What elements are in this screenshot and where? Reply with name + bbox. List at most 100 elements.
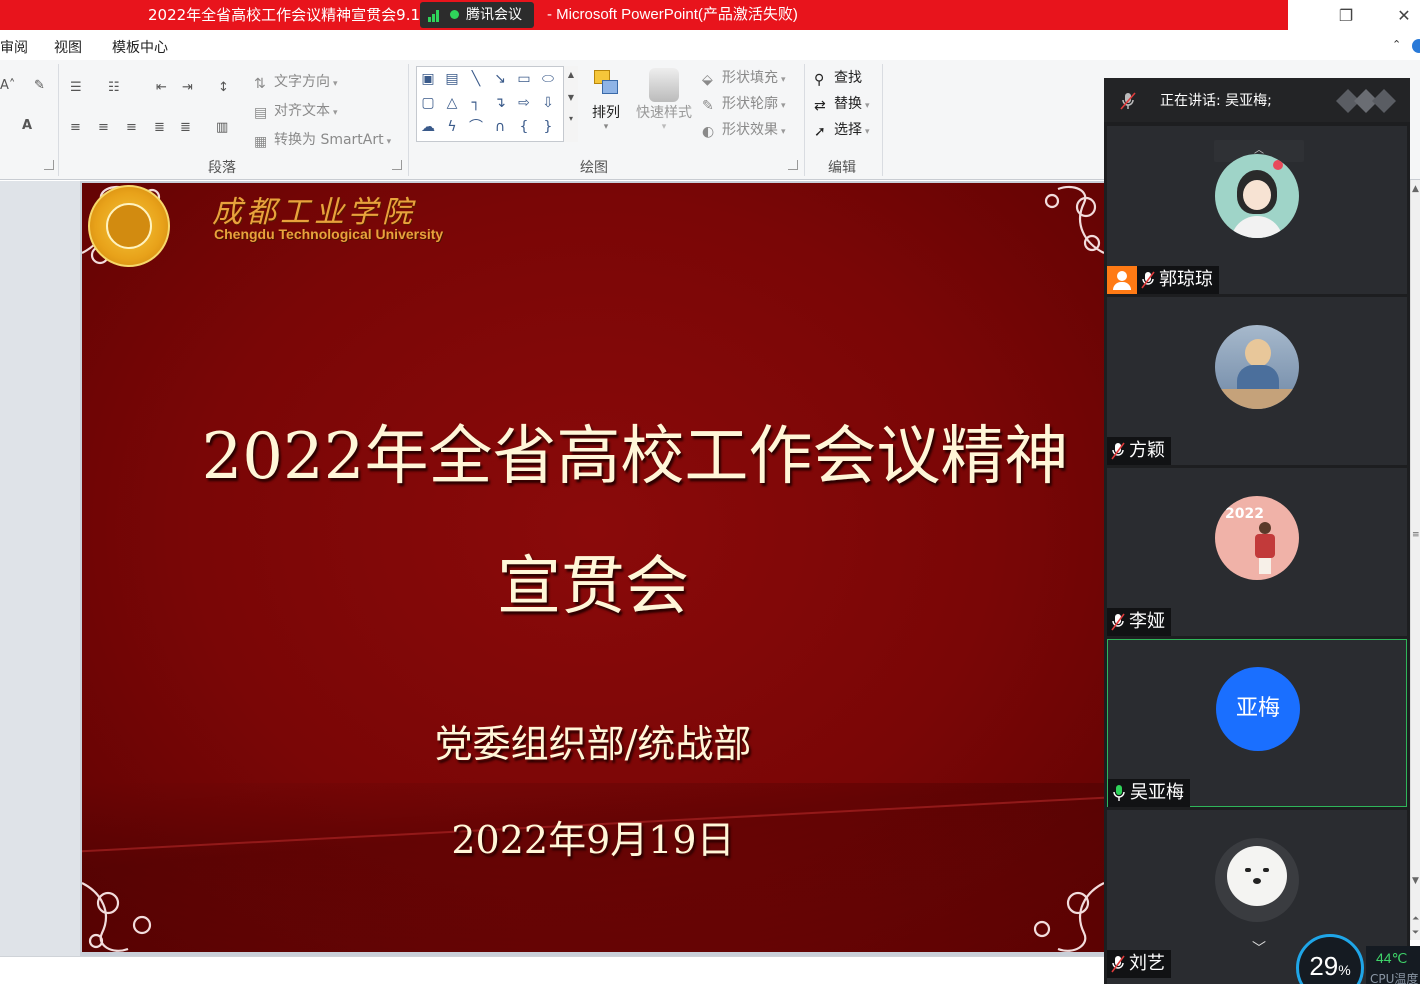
text-direction-button[interactable]: ⇅ 文字方向 ▾ <box>254 71 338 92</box>
next-slide-icon[interactable]: ⏷ <box>1412 928 1419 938</box>
tab-review[interactable]: 审阅 <box>0 37 28 57</box>
line-shape-icon[interactable]: ╲ <box>467 71 485 87</box>
arrange-button[interactable]: 排列 ▾ <box>584 68 628 132</box>
curve-shape-icon[interactable]: ∩ <box>491 119 509 135</box>
align-left-icon[interactable]: ≡ <box>70 120 81 135</box>
quick-styles-button[interactable]: 快速样式 ▾ <box>632 68 696 132</box>
lightning-shape-icon[interactable]: ϟ <box>443 119 461 135</box>
slide-thumbnail-pane[interactable] <box>0 181 80 956</box>
scroll-up-icon[interactable]: ▲ <box>1412 184 1419 194</box>
justify-icon[interactable]: ≣ <box>154 120 165 135</box>
participant-tile[interactable]: ︿ 郭琼琼 <box>1107 126 1407 294</box>
scroll-thumb[interactable]: ≡ <box>1412 530 1420 540</box>
collapse-ribbon-icon[interactable]: ⌃ <box>1392 38 1401 51</box>
cpu-temperature: 44℃ <box>1376 950 1408 966</box>
title-bar: 2022年全省高校工作会议精神宣贯会9.19 - Microsoft Power… <box>0 0 1420 34</box>
align-right-icon[interactable]: ≡ <box>126 120 137 135</box>
meeting-indicator[interactable]: 腾讯会议 <box>420 2 534 28</box>
cloud-shape-icon[interactable]: ☁ <box>419 119 437 135</box>
mic-muted-icon[interactable] <box>1120 92 1136 110</box>
group-separator <box>882 64 883 176</box>
participant-tile-active[interactable]: 亚梅 吴亚梅 <box>1107 639 1407 807</box>
left-brace-shape-icon[interactable]: { <box>515 119 533 135</box>
shape-outline-button[interactable]: ✎ 形状轮廓 ▾ <box>702 93 786 114</box>
elbow-arrow-shape-icon[interactable]: ↴ <box>491 95 509 111</box>
select-label: 选择 <box>834 122 862 138</box>
window-title: 2022年全省高校工作会议精神宣贯会9.19 <box>148 6 430 24</box>
group-separator <box>804 64 805 176</box>
previous-slide-icon[interactable]: ⏶ <box>1412 914 1419 924</box>
textbox-shape-icon[interactable]: ▣ <box>419 71 437 87</box>
align-center-icon[interactable]: ≡ <box>98 120 109 135</box>
help-icon[interactable] <box>1412 39 1420 53</box>
participant-tile[interactable]: 方颖 <box>1107 297 1407 465</box>
triangle-shape-icon[interactable]: △ <box>443 95 461 111</box>
university-name-en: Chengdu Technological University <box>214 226 444 242</box>
binoculars-icon: ⚲ <box>814 72 825 88</box>
gallery-more-icon[interactable]: ▾ <box>564 114 578 123</box>
oval-shape-icon[interactable]: ⬭ <box>539 71 557 87</box>
mic-active-icon <box>1113 785 1125 801</box>
scroll-down-tab[interactable]: ﹀ <box>1214 936 1304 962</box>
numbering-icon[interactable]: ☷ <box>108 80 120 95</box>
shape-fill-button[interactable]: ⬙ 形状填充 ▾ <box>702 67 786 88</box>
clear-format-icon[interactable]: ✎ <box>34 78 45 93</box>
meeting-panel-header: 正在讲话: 吴亚梅; <box>1104 78 1410 122</box>
slide-department: 党委组织部/统战部 <box>434 722 752 766</box>
distribute-icon[interactable]: ≣ <box>180 120 191 135</box>
align-text-button[interactable]: ▤ 对齐文本 ▾ <box>254 100 338 121</box>
participant-name: 方颖 <box>1129 440 1165 461</box>
font-grow-icon[interactable]: A˄ <box>0 78 15 93</box>
rectangle-shape-icon[interactable]: ▭ <box>515 71 533 87</box>
font-launcher-icon[interactable] <box>44 160 54 170</box>
speaking-indicator: 正在讲话: 吴亚梅; <box>1160 93 1272 109</box>
layout-toggle-icon[interactable] <box>1336 88 1396 114</box>
avatar-initials: 亚梅 <box>1216 667 1300 751</box>
arrow-line-shape-icon[interactable]: ↘ <box>491 71 509 87</box>
arc-shape-icon[interactable]: ⌒ <box>467 119 485 135</box>
tab-template-center[interactable]: 模板中心 <box>112 37 168 57</box>
down-arrow-shape-icon[interactable]: ⇩ <box>539 95 557 111</box>
mic-muted-icon <box>1141 271 1155 289</box>
slide-canvas[interactable]: 成都工业学院 Chengdu Technological University … <box>82 183 1104 952</box>
quick-styles-icon <box>649 68 679 102</box>
scroll-up-icon[interactable]: ▲ <box>564 70 578 79</box>
replace-button[interactable]: ⇄ 替换 ▾ <box>814 93 870 114</box>
bullets-icon[interactable]: ☰ <box>70 80 82 95</box>
vertical-textbox-shape-icon[interactable]: ▤ <box>443 71 461 87</box>
participant-tile[interactable]: 2022 李娅 <box>1107 468 1407 636</box>
girl-illustration-avatar <box>1215 154 1299 238</box>
shapes-gallery-scroll[interactable]: ▲ ▼ ▾ <box>563 66 578 142</box>
close-icon[interactable]: ✕ <box>1394 6 1414 26</box>
signal-icon <box>428 10 442 22</box>
decrease-indent-icon[interactable]: ⇤ <box>156 80 167 95</box>
menu-bar: 审阅 视图 模板中心 ⌃ <box>0 34 1420 60</box>
text-direction-icon: ⇅ <box>254 76 266 92</box>
font-color-icon[interactable]: A <box>22 118 32 133</box>
vertical-scrollbar[interactable]: ▲ ≡ ▼ ⏶ ⏷ <box>1410 180 1420 940</box>
shape-effects-button[interactable]: ◐ 形状效果 ▾ <box>702 119 786 140</box>
shape-outline-label: 形状轮廓 <box>722 96 778 112</box>
right-arrow-shape-icon[interactable]: ⇨ <box>515 95 533 111</box>
increase-indent-icon[interactable]: ⇥ <box>182 80 193 95</box>
restore-icon[interactable]: ❐ <box>1336 6 1356 26</box>
line-spacing-icon[interactable]: ↕ <box>218 80 229 95</box>
elbow-connector-shape-icon[interactable]: ┐ <box>467 95 485 111</box>
paragraph-launcher-icon[interactable] <box>392 160 402 170</box>
drawing-launcher-icon[interactable] <box>788 160 798 170</box>
rounded-rect-shape-icon[interactable]: ▢ <box>419 95 437 111</box>
right-brace-shape-icon[interactable]: } <box>539 119 557 135</box>
scroll-down-icon[interactable]: ▼ <box>1412 876 1419 886</box>
smartart-button[interactable]: ▦ 转换为 SmartArt ▾ <box>254 129 391 150</box>
scroll-down-icon[interactable]: ▼ <box>564 93 578 102</box>
shapes-gallery[interactable]: ▣ ▤ ╲ ↘ ▭ ⬭ ▢ △ ┐ ↴ ⇨ ⇩ ☁ ϟ ⌒ ∩ { } <box>416 66 578 142</box>
tab-view[interactable]: 视图 <box>54 37 82 57</box>
shape-fill-label: 形状填充 <box>722 70 778 86</box>
group-separator <box>58 64 59 176</box>
columns-icon[interactable]: ▥ <box>216 120 228 135</box>
find-button[interactable]: ⚲ 查找 <box>814 67 862 88</box>
quick-styles-label: 快速样式 <box>636 105 692 121</box>
status-dot-icon <box>450 10 459 19</box>
select-button[interactable]: ➚ 选择 ▾ <box>814 119 870 140</box>
mic-muted-icon <box>1111 442 1125 460</box>
